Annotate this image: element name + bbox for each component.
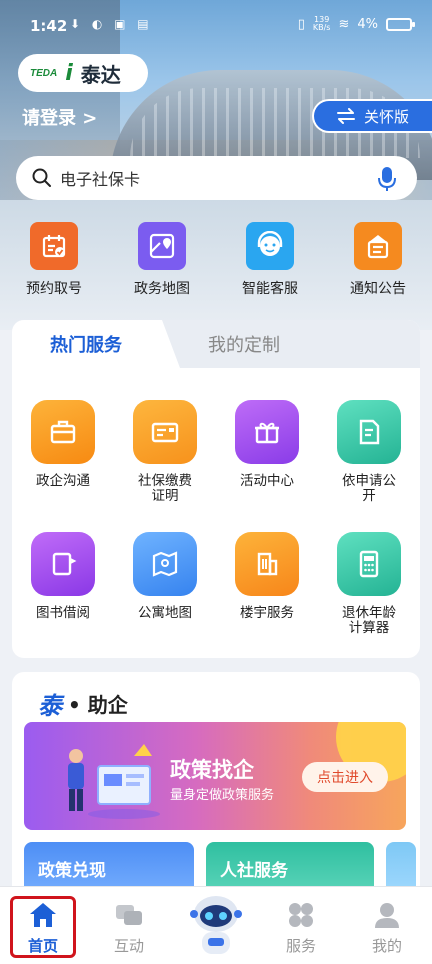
gift-icon [235, 400, 299, 464]
quick-smart-service[interactable]: 智能客服 [216, 222, 324, 298]
service-tabs: 热门服务 我的定制 [12, 320, 420, 368]
status-right: ▯ 139 KB/s ≋ 4% [297, 15, 415, 32]
book-icon [31, 532, 95, 596]
service-label: 公寓地图 [138, 605, 192, 621]
quick-label: 通知公告 [350, 281, 406, 297]
search-icon [32, 168, 51, 187]
service-label: 政企沟通 [36, 473, 90, 489]
assist-brand: 泰 [38, 692, 62, 720]
teda-logo-text: TEDA [30, 67, 58, 79]
quick-actions: 预约取号 政务地图 智能客服 通知公告 [0, 222, 432, 298]
user-icon [372, 901, 402, 929]
card-title: 人社服务 [220, 861, 288, 881]
status-bar: 1:42 ⬇ ◐ ▣ ▤ ▯ 139 KB/s ≋ 4% [0, 0, 432, 50]
nav-label: 我的 [371, 937, 402, 955]
service-label: 社保缴费 证明 [138, 473, 192, 504]
service-grid: 政企沟通 社保缴费 证明 活动中心 依申请公 开 图书借阅 公寓地图 楼宇服务 … [12, 400, 420, 636]
chat-icon [114, 901, 144, 929]
building-icon [235, 532, 299, 596]
document-icon [337, 400, 401, 464]
tab-my-custom[interactable]: 我的定制 [208, 320, 280, 368]
care-mode-label: 关怀版 [364, 107, 410, 126]
quick-notice[interactable]: 通知公告 [324, 222, 432, 298]
quick-appointment[interactable]: 预约取号 [0, 222, 108, 298]
battery-text: 4% [357, 16, 378, 32]
selected-nav-highlight [10, 896, 76, 958]
nav-label: 互动 [113, 937, 144, 955]
service-item[interactable]: 依申请公 开 [318, 400, 420, 504]
service-item[interactable]: 退休年龄 计算器 [318, 532, 420, 636]
grid-icon [286, 901, 316, 929]
banner-enter-button[interactable]: 点击进入 [302, 762, 388, 792]
service-item[interactable]: 活动中心 [216, 400, 318, 504]
card-title: 政策兑现 [38, 861, 106, 881]
service-label: 依申请公 开 [342, 473, 396, 504]
app-name: 泰达 [80, 62, 121, 87]
quick-label: 智能客服 [242, 281, 298, 297]
banner-illustration [68, 744, 160, 819]
banner-title: 政策找企 [170, 758, 254, 782]
notification-icons: ⬇ ◐ ▣ ▤ [70, 17, 153, 31]
search-input[interactable]: 电子社保卡 [16, 156, 417, 200]
wifi-icon: ≋ [338, 16, 350, 32]
service-item[interactable]: 楼宇服务 [216, 532, 318, 636]
status-time: 1:42 [30, 17, 68, 35]
service-item[interactable]: 图书借阅 [12, 532, 114, 636]
calculator-icon [337, 532, 401, 596]
briefcase-icon [31, 400, 95, 464]
nav-services[interactable]: 服务 [258, 887, 344, 964]
robot-icon[interactable] [186, 892, 246, 958]
i-logo-icon: i [65, 60, 73, 86]
headset-icon [246, 222, 294, 270]
quick-label: 预约取号 [26, 281, 82, 297]
tab-hot-services[interactable]: 热门服务 [12, 320, 180, 368]
tab-label: 我的定制 [208, 335, 280, 356]
care-mode-button[interactable]: 关怀版 [312, 99, 432, 133]
service-label: 活动中心 [240, 473, 294, 489]
quick-gov-map[interactable]: 政务地图 [108, 222, 216, 298]
switch-icon [337, 108, 355, 124]
assist-section: 泰 • 助企 政策找企 量身定做政策服务 点击进入 政策兑现 人社服务 [12, 672, 420, 902]
nav-mine[interactable]: 我的 [344, 887, 430, 964]
battery-icon [386, 17, 415, 31]
microphone-icon[interactable] [377, 166, 397, 192]
app-logo: TEDA i 泰达 [18, 54, 148, 92]
notice-icon [354, 222, 402, 270]
service-item[interactable]: 公寓地图 [114, 532, 216, 636]
assist-subtitle: • 助企 [68, 693, 128, 717]
search-placeholder: 电子社保卡 [60, 170, 141, 189]
login-link[interactable]: 请登录 > [22, 104, 97, 130]
nav-interact[interactable]: 互动 [86, 887, 172, 964]
service-label: 图书借阅 [36, 605, 90, 621]
tab-label: 热门服务 [50, 335, 122, 356]
card-icon [133, 400, 197, 464]
map-icon [133, 532, 197, 596]
vibrate-icon: ▯ [297, 16, 305, 32]
quick-label: 政务地图 [134, 281, 190, 297]
service-item[interactable]: 社保缴费 证明 [114, 400, 216, 504]
service-label: 退休年龄 计算器 [342, 605, 396, 636]
nav-label: 服务 [285, 937, 316, 955]
banner-subtitle: 量身定做政策服务 [170, 788, 275, 803]
calendar-check-icon [30, 222, 78, 270]
service-item[interactable]: 政企沟通 [12, 400, 114, 504]
services-card: 热门服务 我的定制 政企沟通 社保缴费 证明 活动中心 依申请公 开 图书借阅 … [12, 320, 420, 658]
service-label: 楼宇服务 [240, 605, 294, 621]
assist-title: 泰 • 助企 [38, 686, 128, 721]
policy-banner[interactable]: 政策找企 量身定做政策服务 点击进入 [24, 722, 406, 830]
network-speed: 139 KB/s [312, 15, 331, 32]
map-pin-icon [138, 222, 186, 270]
